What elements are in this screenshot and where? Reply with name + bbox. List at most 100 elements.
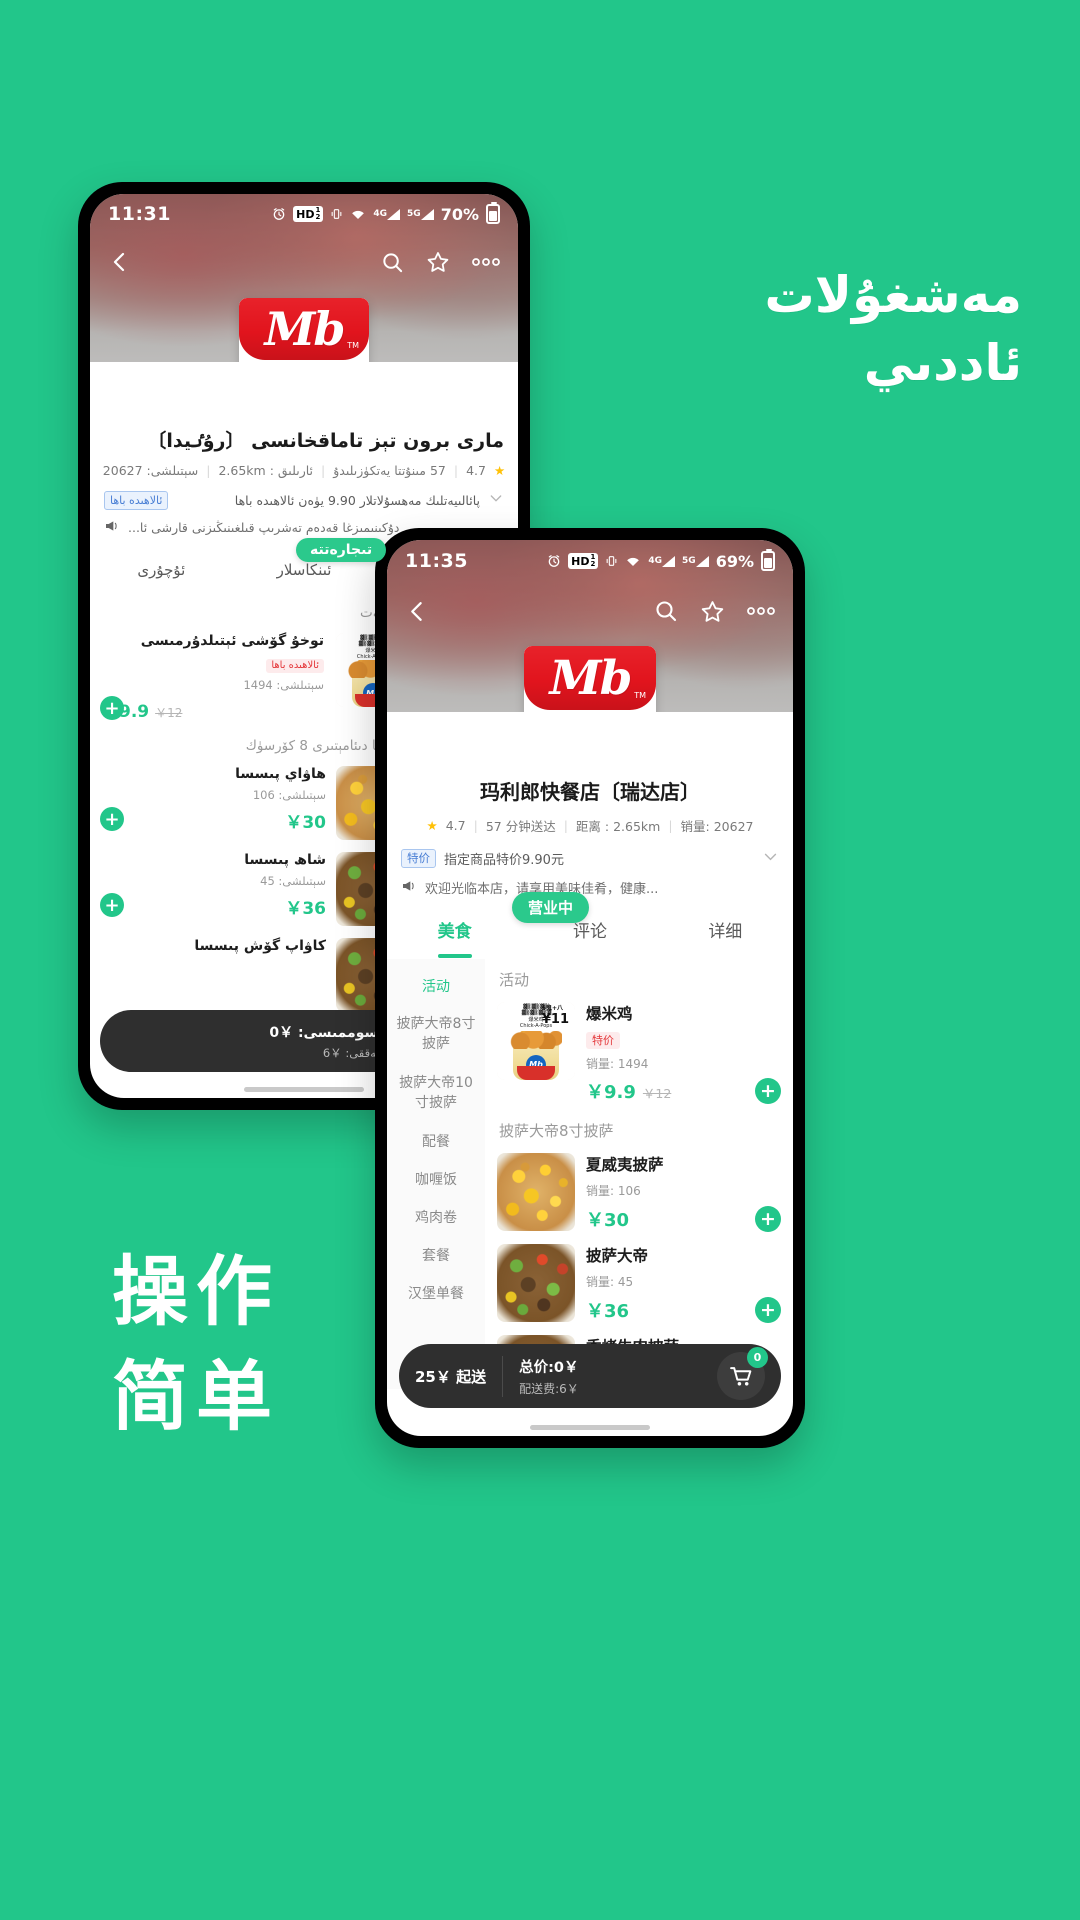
status-bar-chinese: 11:35 HD 1 2 4G 5G 69% xyxy=(387,540,793,582)
cart-icon[interactable]: 0 xyxy=(717,1347,768,1400)
rail-item-curry-rice[interactable]: 咖喱饭 xyxy=(387,1160,485,1198)
menu-content-chinese: 活动 披萨大帝8寸披萨 披萨大帝10寸披萨 配餐 咖喱饭 鸡肉卷 套餐 汉堡单餐… xyxy=(387,959,793,1389)
app-store-promo-screenshot: مەشغۇلات ئاددىي 操作 简单 11:31 HD 1 2 4G 5G… xyxy=(0,0,1080,1920)
star-icon[interactable] xyxy=(426,250,450,274)
rail-item-sides[interactable]: 配餐 xyxy=(387,1122,485,1160)
shop-meta-row: ★ 4.7 | 57 مىنۇتتا يەتكۈزىلىدۇ | ئارىلىق… xyxy=(90,463,518,478)
rail-item-combo[interactable]: 套餐 xyxy=(387,1236,485,1274)
rail-item-pizza-10inch[interactable]: 披萨大帝10寸披萨 xyxy=(387,1064,485,1123)
rating-value: 4.7 xyxy=(466,463,486,478)
status-bar-uyghur: 11:31 HD 1 2 4G 5G 70% xyxy=(90,194,518,234)
search-icon[interactable] xyxy=(654,599,678,623)
food-price: ￥30 xyxy=(285,813,326,833)
shop-notice-text: دۇكىنىمىزغا قەدەم تەشرىپ قىلغىنىڭىزنى قا… xyxy=(128,520,400,535)
tab-details[interactable]: 详细 xyxy=(658,913,793,959)
food-name: شاھ پىسسا xyxy=(244,852,326,868)
thumb-price: 5鬼+八¥11 xyxy=(541,1005,569,1028)
cart-total: 总价:0￥ xyxy=(519,1359,579,1376)
battery-icon xyxy=(486,202,500,224)
promo-tag-badge: ئالاھىدە باھا xyxy=(104,490,169,510)
star-icon[interactable] xyxy=(700,599,725,624)
back-icon[interactable] xyxy=(108,250,132,274)
signal-5g-icon: 5G xyxy=(682,555,709,567)
meta-divider: | xyxy=(668,818,673,833)
home-indicator xyxy=(244,1087,364,1092)
promo-headline-chinese: 操作 简单 xyxy=(112,1240,280,1450)
more-icon[interactable] xyxy=(747,606,775,616)
alarm-icon xyxy=(272,207,286,221)
rating-star-icon: ★ xyxy=(426,818,438,833)
food-item-row[interactable]: 披萨大帝 销量: 45 ￥36 + xyxy=(495,1238,783,1329)
food-item-row[interactable]: ھاۋاي پىسسا سېتىلشى: 106 ￥30 + xyxy=(100,760,412,846)
food-item-row[interactable]: 夏威夷披萨 销量: 106 ￥30 + xyxy=(495,1147,783,1238)
trademark-icon: TM xyxy=(347,341,359,350)
food-sales: 销量: 45 xyxy=(586,1275,634,1289)
alarm-icon xyxy=(547,554,561,568)
vibrate-icon xyxy=(605,554,618,568)
brand-logo-text: Mb xyxy=(264,302,345,356)
megaphone-icon xyxy=(104,518,120,537)
shop-hero-banner-uyghur: 11:31 HD 1 2 4G 5G 70% Mb TM xyxy=(90,194,518,406)
search-icon[interactable] xyxy=(381,251,404,274)
food-sales: 销量: 1494 xyxy=(586,1057,649,1071)
shop-info-sheet-chinese: 营业中 玛利郎快餐店〔瑞达店〕 ★ 4.7 | 57 分钟送达 | 距离 : 2… xyxy=(387,712,793,1389)
food-name: ھاۋاي پىسسا xyxy=(235,766,326,782)
battery-percent-label: 69% xyxy=(715,551,754,571)
brand-logo-text: Mb xyxy=(549,650,633,706)
promo-headline-uyghur: مەشغۇلات ئاددىي xyxy=(552,262,1023,397)
group-title: پىسسا دىئامېتىرى 8 كۆرسۈك xyxy=(245,738,408,754)
food-item-row[interactable]: شاھ پىسسا سېتىلشى: 45 ￥36 + xyxy=(100,846,412,932)
group-title: 披萨大帝8寸披萨 xyxy=(499,1122,614,1140)
food-item-row[interactable]: ▓▒░▓▒░▓▒░▓▒░▓▒░▓▒░▓ 爆米鸡 Chick-A-Pops 5鬼+… xyxy=(100,627,412,728)
group-title: پائالىيەت xyxy=(104,605,408,621)
add-to-cart-button[interactable]: + xyxy=(100,807,124,831)
phone-mockup-chinese: 11:35 HD 1 2 4G 5G 69% Mb TM 营业中 玛利郎快餐店〔… xyxy=(375,528,805,1448)
more-icon[interactable] xyxy=(472,257,500,267)
category-rail-chinese: 活动 披萨大帝8寸披萨 披萨大帝10寸披萨 配餐 咖喱饭 鸡肉卷 套餐 汉堡单餐 xyxy=(387,959,485,1389)
food-item-row[interactable]: كاۋاپ گۆش پىسسا xyxy=(100,932,412,1018)
add-to-cart-button[interactable]: + xyxy=(755,1078,781,1104)
net-5g-label: 5G xyxy=(682,556,696,566)
shop-distance: 距离 : 2.65km xyxy=(575,819,661,834)
add-to-cart-button[interactable]: + xyxy=(100,893,124,917)
add-to-cart-button[interactable]: + xyxy=(100,696,124,720)
meta-divider: | xyxy=(453,463,459,478)
cart-bar-chinese[interactable]: 25￥ 起送 总价:0￥ 配送费:6￥ 0 xyxy=(399,1344,781,1408)
rating-star-icon: ★ xyxy=(494,463,506,478)
food-tag-special: ئالاھىدە باھا xyxy=(266,659,324,673)
shop-promo-row[interactable]: ئالاھىدە باھا پائالىيەتلىك مەھسۇلاتلار 9… xyxy=(104,490,504,510)
net-4g-label: 4G xyxy=(373,209,388,219)
tab-food[interactable]: 美食 xyxy=(387,913,522,959)
rail-item-burger-meal[interactable]: 汉堡单餐 xyxy=(387,1274,485,1312)
promo-headline-chinese-line2: 简单 xyxy=(112,1351,280,1441)
chevron-down-icon[interactable] xyxy=(488,490,504,510)
food-list-uyghur: پائالىيەت ▓▒░▓▒░▓▒░▓▒░▓▒░▓▒░▓ 爆米鸡 Chick-… xyxy=(90,595,422,1025)
home-indicator xyxy=(530,1425,650,1430)
phone-screen-chinese: 11:35 HD 1 2 4G 5G 69% Mb TM 营业中 玛利郎快餐店〔… xyxy=(387,540,793,1436)
food-old-price: ￥12 xyxy=(155,706,183,720)
group-title: 活动 xyxy=(499,971,530,989)
back-icon[interactable] xyxy=(405,599,430,624)
rail-item-chicken-wrap[interactable]: 鸡肉卷 xyxy=(387,1198,485,1236)
chevron-down-icon[interactable] xyxy=(762,848,779,869)
food-price: ￥9.9 xyxy=(586,1082,636,1103)
min-order-label: 25￥ 起送 xyxy=(415,1367,487,1386)
add-to-cart-button[interactable]: + xyxy=(755,1297,781,1323)
tab-info[interactable]: ئۇچۇرى xyxy=(90,551,233,595)
meta-divider: | xyxy=(206,463,211,478)
rail-item-pizza-8inch[interactable]: 披萨大帝8寸披萨 xyxy=(387,1005,485,1064)
add-to-cart-button[interactable]: + xyxy=(755,1206,781,1232)
meta-divider: | xyxy=(321,463,326,478)
vibrate-icon xyxy=(330,207,343,221)
food-price: ￥36 xyxy=(586,1301,630,1322)
signal-5g-icon: 5G xyxy=(407,208,434,220)
wifi-icon xyxy=(625,555,641,568)
meta-divider: | xyxy=(563,818,568,833)
promo-headline-chinese-line1: 操作 xyxy=(112,1247,280,1336)
food-thumbnail: ▓▒░▓▒░▓▒░▓▒░▓▒░▓▒░▓ 爆米鸡 Chick-A-Pops 5鬼+… xyxy=(497,1002,575,1080)
shop-promo-row[interactable]: 特价 指定商品特价9.90元 xyxy=(401,848,779,869)
shop-sales: سېتىلشى: 20627 xyxy=(102,463,199,478)
tab-active-underline xyxy=(437,954,472,958)
rail-item-activity[interactable]: 活动 xyxy=(387,967,485,1005)
food-item-row[interactable]: ▓▒░▓▒░▓▒░▓▒░▓▒░▓▒░▓ 爆米鸡 Chick-A-Pops 5鬼+… xyxy=(495,996,783,1110)
